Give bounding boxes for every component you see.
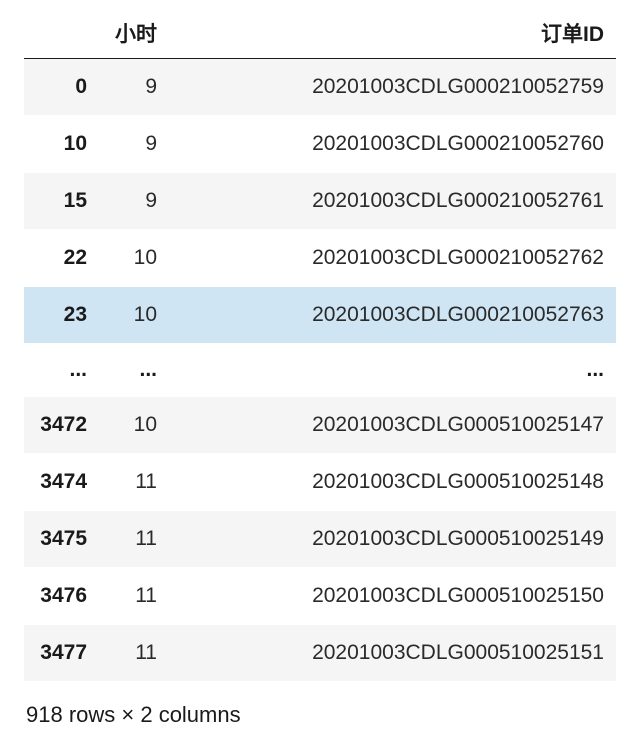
cell-hour: 9 <box>99 59 169 116</box>
cell-index: 10 <box>24 116 99 173</box>
table-row: 34741120201003CDLG000510025148 <box>24 454 616 511</box>
header-order-id: 订单ID <box>169 8 616 59</box>
table-body: 0920201003CDLG00021005275910920201003CDL… <box>24 59 616 682</box>
table-header-row: 小时 订单ID <box>24 8 616 59</box>
cell-index: 22 <box>24 230 99 287</box>
cell-hour: 11 <box>99 454 169 511</box>
cell-order-id: 20201003CDLG000510025148 <box>169 454 616 511</box>
table-row: 10920201003CDLG000210052760 <box>24 116 616 173</box>
table-row: 34771120201003CDLG000510025151 <box>24 625 616 682</box>
cell-hour: 9 <box>99 116 169 173</box>
cell-hour: 11 <box>99 568 169 625</box>
table-row: 34761120201003CDLG000510025150 <box>24 568 616 625</box>
table-row: 34751120201003CDLG000510025149 <box>24 511 616 568</box>
table-row: 15920201003CDLG000210052761 <box>24 173 616 230</box>
cell-hour: 10 <box>99 397 169 454</box>
cell-order-id: 20201003CDLG000210052763 <box>169 287 616 344</box>
cell-order-id: ... <box>169 344 616 397</box>
cell-hour: ... <box>99 344 169 397</box>
cell-index: 23 <box>24 287 99 344</box>
cell-index: 3474 <box>24 454 99 511</box>
header-index <box>24 8 99 59</box>
cell-index: 0 <box>24 59 99 116</box>
cell-order-id: 20201003CDLG000210052760 <box>169 116 616 173</box>
cell-hour: 11 <box>99 625 169 682</box>
cell-index: 3472 <box>24 397 99 454</box>
cell-order-id: 20201003CDLG000510025149 <box>169 511 616 568</box>
cell-order-id: 20201003CDLG000510025150 <box>169 568 616 625</box>
cell-order-id: 20201003CDLG000210052759 <box>169 59 616 116</box>
cell-index: 3476 <box>24 568 99 625</box>
cell-order-id: 20201003CDLG000510025151 <box>169 625 616 682</box>
cell-order-id: 20201003CDLG000510025147 <box>169 397 616 454</box>
cell-hour: 10 <box>99 230 169 287</box>
cell-index: 15 <box>24 173 99 230</box>
header-hour: 小时 <box>99 8 169 59</box>
table-row: 221020201003CDLG000210052762 <box>24 230 616 287</box>
table-row: ......... <box>24 344 616 397</box>
cell-index: ... <box>24 344 99 397</box>
dataframe-table: 小时 订单ID 0920201003CDLG000210052759109202… <box>24 8 616 682</box>
cell-index: 3475 <box>24 511 99 568</box>
cell-hour: 11 <box>99 511 169 568</box>
cell-order-id: 20201003CDLG000210052761 <box>169 173 616 230</box>
table-row: 231020201003CDLG000210052763 <box>24 287 616 344</box>
table-row: 0920201003CDLG000210052759 <box>24 59 616 116</box>
cell-order-id: 20201003CDLG000210052762 <box>169 230 616 287</box>
cell-index: 3477 <box>24 625 99 682</box>
cell-hour: 9 <box>99 173 169 230</box>
dataframe-summary: 918 rows × 2 columns <box>24 702 616 728</box>
cell-hour: 10 <box>99 287 169 344</box>
table-row: 34721020201003CDLG000510025147 <box>24 397 616 454</box>
